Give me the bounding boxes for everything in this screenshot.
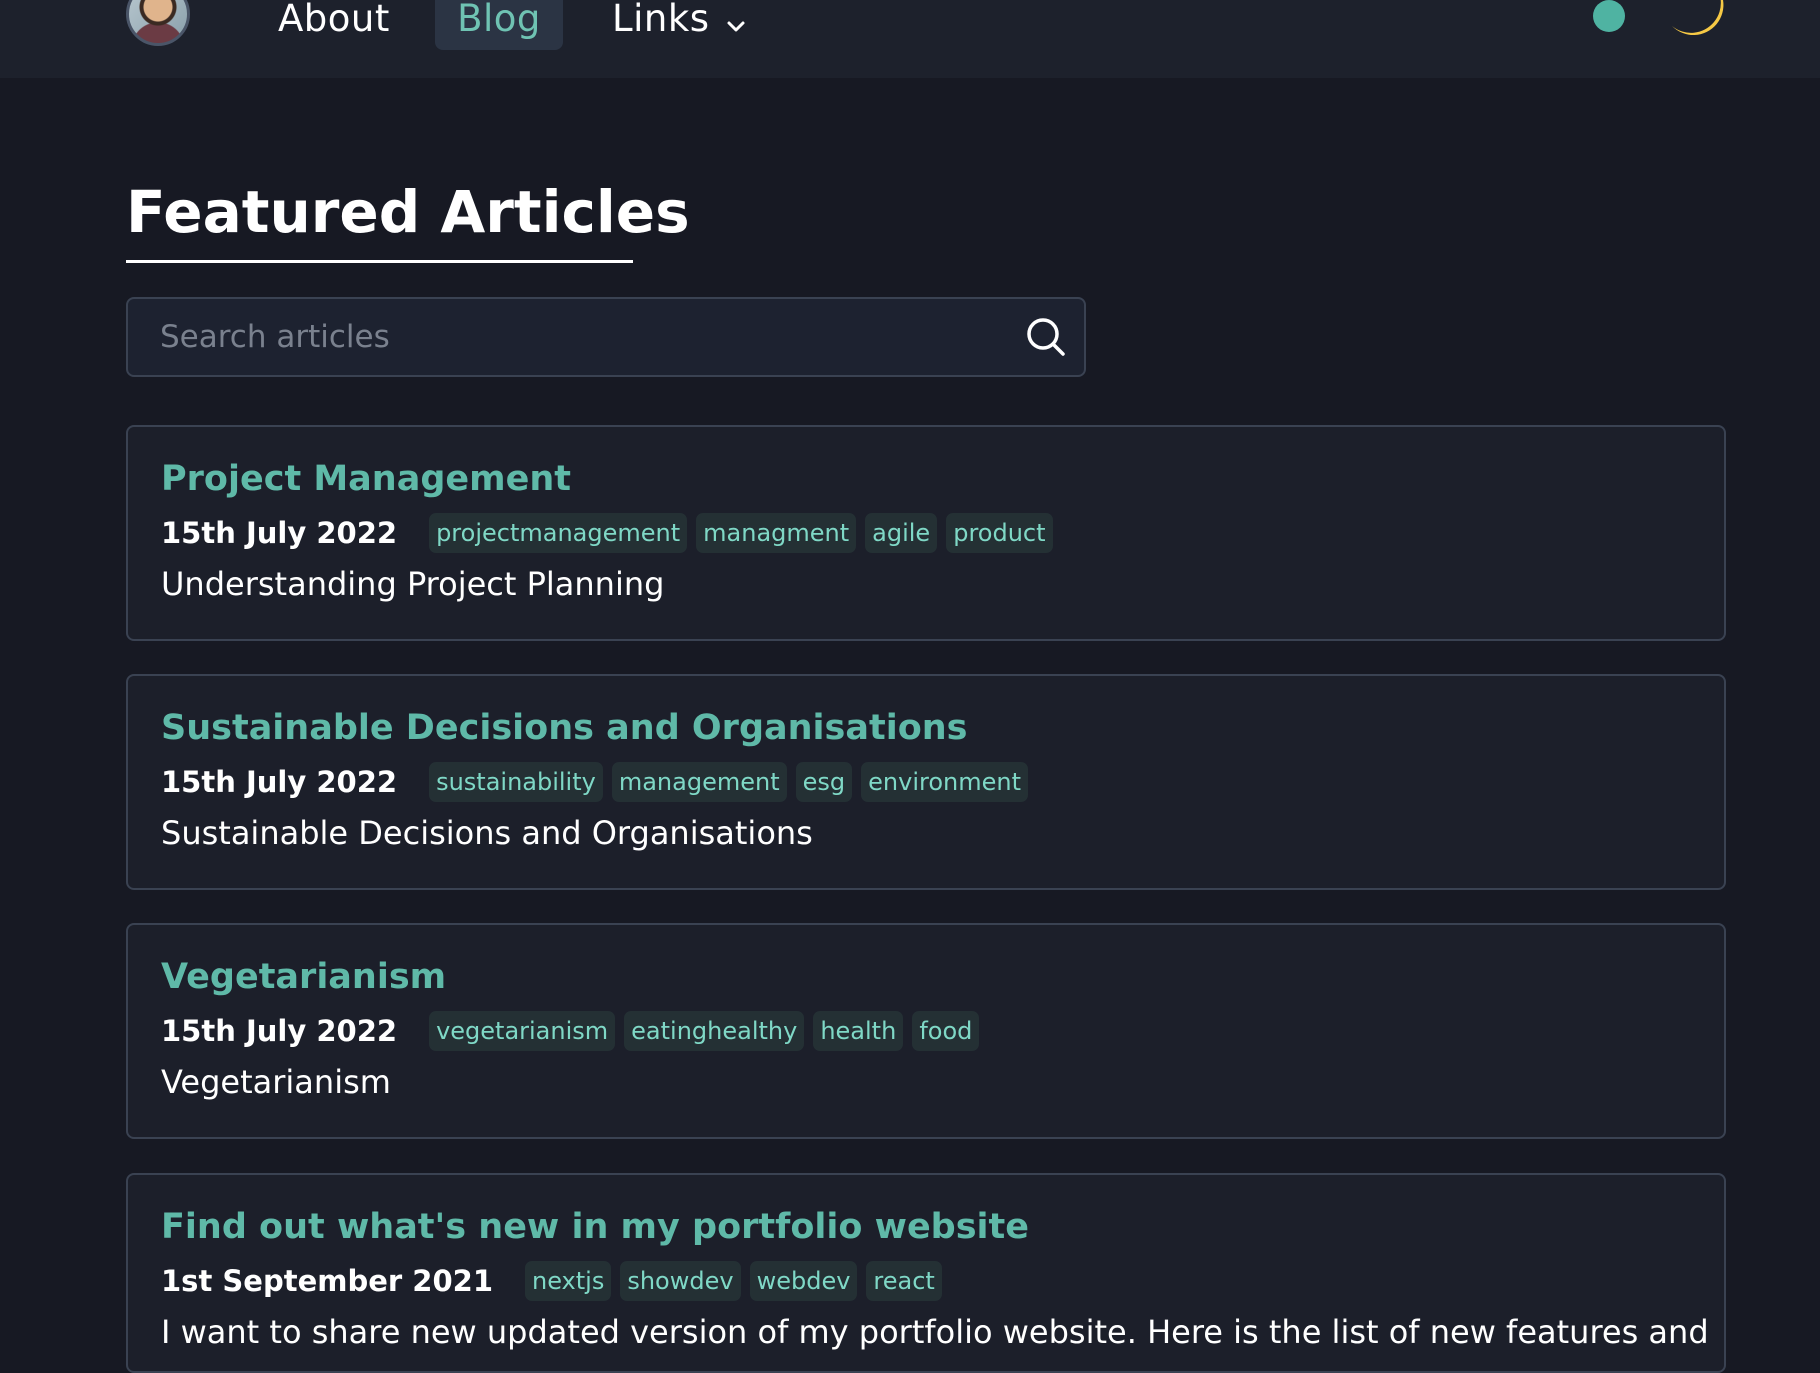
article-card[interactable]: Vegetarianism 15th July 2022 vegetariani…	[126, 923, 1726, 1139]
theme-color-dot[interactable]	[1593, 0, 1625, 32]
article-tag[interactable]: management	[611, 762, 787, 802]
article-tag[interactable]: environment	[861, 762, 1028, 802]
search-input[interactable]	[160, 299, 1000, 375]
page-title: Featured Articles	[126, 178, 690, 263]
article-title[interactable]: Sustainable Decisions and Organisations	[161, 708, 968, 748]
article-tag[interactable]: esg	[795, 762, 853, 802]
nav-item-label: Links	[612, 0, 710, 40]
article-date: 15th July 2022	[161, 1014, 398, 1048]
article-meta: 15th July 2022 vegetarianism eatinghealt…	[161, 1011, 988, 1051]
search-icon[interactable]	[1024, 315, 1068, 359]
article-tag[interactable]: nextjs	[525, 1261, 612, 1301]
article-tag[interactable]: showdev	[620, 1261, 741, 1301]
article-description: I want to share new updated version of m…	[161, 1313, 1709, 1351]
nav-item-label: About	[278, 0, 390, 40]
article-card[interactable]: Sustainable Decisions and Organisations …	[126, 674, 1726, 890]
nav-item-links[interactable]: Links	[612, 0, 746, 50]
article-date: 1st September 2021	[161, 1264, 493, 1298]
article-tag[interactable]: product	[946, 513, 1053, 553]
article-tag[interactable]: managment	[696, 513, 857, 553]
article-title[interactable]: Project Management	[161, 459, 571, 499]
article-meta: 15th July 2022 projectmanagement managme…	[161, 513, 1062, 553]
top-navbar: About Blog Links	[0, 0, 1820, 78]
article-tag[interactable]: projectmanagement	[429, 513, 688, 553]
avatar[interactable]	[126, 0, 190, 46]
article-tag[interactable]: health	[813, 1011, 904, 1051]
article-tag[interactable]: sustainability	[429, 762, 603, 802]
nav-item-blog[interactable]: Blog	[435, 0, 563, 50]
article-meta: 15th July 2022 sustainability management…	[161, 762, 1037, 802]
article-tag[interactable]: agile	[865, 513, 938, 553]
article-tag[interactable]: eatinghealthy	[624, 1011, 805, 1051]
article-tag[interactable]: food	[912, 1011, 980, 1051]
article-date: 15th July 2022	[161, 516, 398, 550]
article-tag[interactable]: react	[866, 1261, 942, 1301]
moon-icon[interactable]	[1664, 0, 1726, 42]
article-description: Vegetarianism	[161, 1063, 391, 1101]
article-tag[interactable]: vegetarianism	[429, 1011, 616, 1051]
nav-item-about[interactable]: About	[278, 0, 390, 50]
chevron-down-icon	[726, 0, 746, 43]
article-date: 15th July 2022	[161, 765, 398, 799]
article-title[interactable]: Find out what's new in my portfolio webs…	[161, 1207, 1029, 1247]
article-description: Understanding Project Planning	[161, 565, 665, 603]
article-tag[interactable]: webdev	[749, 1261, 858, 1301]
article-card[interactable]: Project Management 15th July 2022 projec…	[126, 425, 1726, 641]
article-card[interactable]: Find out what's new in my portfolio webs…	[126, 1173, 1726, 1373]
article-title[interactable]: Vegetarianism	[161, 957, 446, 997]
search-box	[126, 297, 1086, 377]
article-meta: 1st September 2021 nextjs showdev webdev…	[161, 1261, 951, 1301]
article-description: Sustainable Decisions and Organisations	[161, 814, 813, 852]
nav-item-label: Blog	[457, 0, 541, 40]
